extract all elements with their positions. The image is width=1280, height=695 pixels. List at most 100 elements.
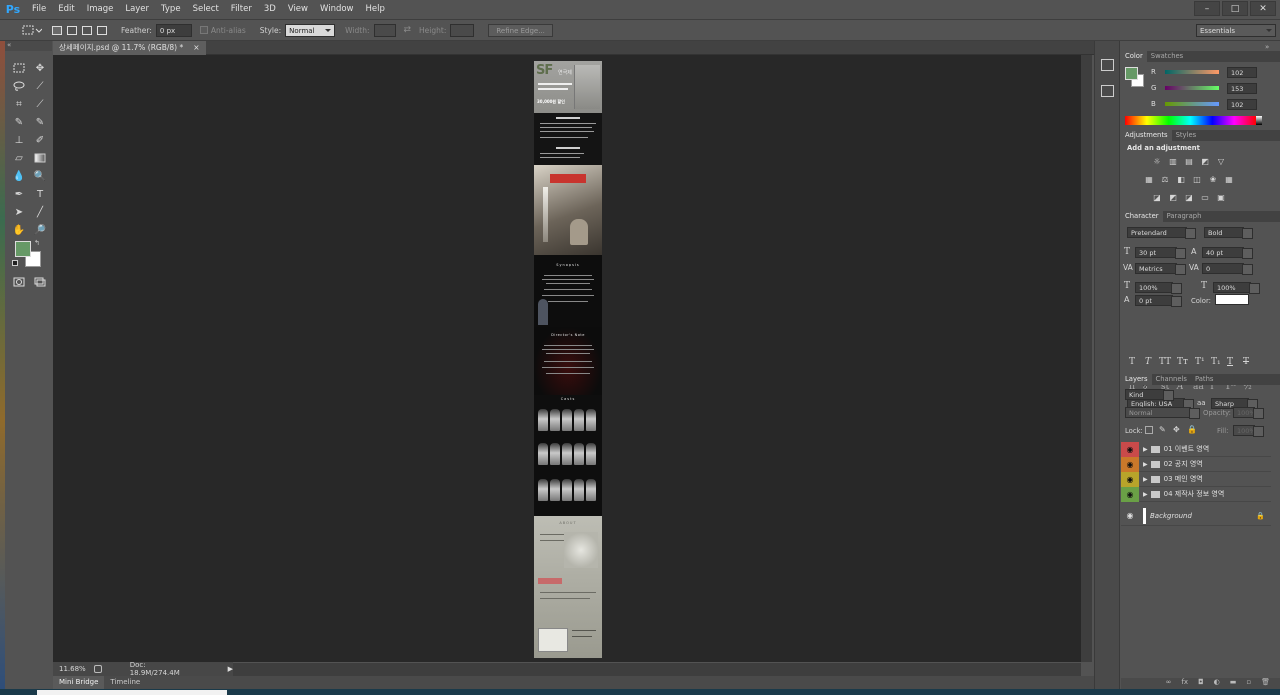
eyedropper-icon[interactable]: ⟋ <box>31 96 49 112</box>
rectangular-marquee-icon[interactable] <box>10 60 28 76</box>
font-style-dropdown[interactable]: Bold <box>1204 227 1253 239</box>
lock-position-icon[interactable]: ✥ <box>1173 425 1180 434</box>
collapse-toolbar-icon[interactable]: « <box>7 41 11 49</box>
healing-brush-icon[interactable]: ✎ <box>10 114 28 130</box>
tab-layers[interactable]: Layers <box>1121 374 1152 385</box>
add-mask-icon[interactable]: ◘ <box>1198 678 1204 689</box>
threshold-icon[interactable]: ◪ <box>1183 192 1195 202</box>
layer-style-icon[interactable]: fx <box>1181 678 1188 689</box>
clone-stamp-icon[interactable]: ⊥ <box>10 132 28 148</box>
color-spectrum-bar[interactable] <box>1125 116 1256 125</box>
superscript-icon[interactable]: T¹ <box>1195 357 1205 367</box>
crop-tool-icon[interactable]: ⌗ <box>10 96 28 112</box>
lock-transparency-icon[interactable] <box>1145 426 1153 434</box>
layer-group-row[interactable]: ◉ ▶ 03 메인 영역 <box>1121 471 1271 487</box>
menu-file[interactable]: File <box>26 0 52 19</box>
layer-group-row[interactable]: ◉ ▶ 01 이벤트 영역 <box>1121 441 1271 457</box>
faux-bold-icon[interactable]: T <box>1129 357 1135 367</box>
dodge-tool-icon[interactable]: 🔍 <box>31 168 49 184</box>
tab-paragraph[interactable]: Paragraph <box>1163 211 1206 222</box>
height-input[interactable] <box>450 23 475 37</box>
kerning-input[interactable]: Metrics <box>1135 263 1186 275</box>
new-layer-icon[interactable]: ▫ <box>1246 678 1251 689</box>
blend-mode-dropdown[interactable]: Normal <box>1125 407 1200 419</box>
subscript-icon[interactable]: T₁ <box>1211 357 1221 367</box>
lock-image-icon[interactable]: ✎ <box>1159 425 1166 434</box>
tab-channels[interactable]: Channels <box>1152 374 1191 385</box>
red-slider[interactable]: R 102 <box>1151 66 1279 78</box>
tab-adjustments[interactable]: Adjustments <box>1121 130 1172 141</box>
properties-panel-icon[interactable] <box>1101 85 1114 97</box>
close-document-icon[interactable]: × <box>193 41 199 55</box>
zoom-level[interactable]: 11.68% <box>59 665 86 673</box>
menu-image[interactable]: Image <box>81 0 120 19</box>
brightness-contrast-icon[interactable]: ☼ <box>1151 156 1163 166</box>
antialias-checkbox[interactable] <box>199 26 208 34</box>
red-ramp[interactable] <box>1165 70 1219 74</box>
hue-saturation-icon[interactable]: ▦ <box>1143 174 1155 184</box>
color-panel-foreground-swatch[interactable] <box>1125 67 1138 80</box>
tracking-input[interactable]: 0 <box>1202 263 1253 275</box>
selection-mode-add-icon[interactable] <box>67 25 77 35</box>
underline-icon[interactable]: T <box>1227 357 1233 367</box>
style-dropdown[interactable]: Normal <box>285 23 336 37</box>
green-input[interactable]: 153 <box>1227 82 1257 94</box>
foreground-color-swatch[interactable] <box>15 241 31 257</box>
document-canvas[interactable]: SF 연극제 30,000원 할인 Synopsis Director's No… <box>534 61 602 658</box>
close-button[interactable]: ✕ <box>1250 1 1276 16</box>
tab-swatches[interactable]: Swatches <box>1147 51 1187 62</box>
text-color-swatch[interactable] <box>1215 294 1249 305</box>
collapse-panels-icon[interactable]: » <box>1265 43 1269 51</box>
tab-styles[interactable]: Styles <box>1172 130 1201 141</box>
hand-tool-icon[interactable]: ✋ <box>10 222 28 238</box>
levels-icon[interactable]: ▥ <box>1167 156 1179 166</box>
layer-visibility-eye-icon[interactable]: ◉ <box>1121 441 1139 457</box>
menu-edit[interactable]: Edit <box>52 0 80 19</box>
quick-mask-icon[interactable] <box>10 274 28 290</box>
quick-selection-icon[interactable]: ⟋ <box>31 78 49 94</box>
green-ramp[interactable] <box>1165 86 1219 90</box>
red-input[interactable]: 102 <box>1227 66 1257 78</box>
exposure-icon[interactable]: ◩ <box>1199 156 1211 166</box>
vibrance-icon[interactable]: ▽ <box>1215 156 1227 166</box>
line-tool-icon[interactable]: ╱ <box>31 204 49 220</box>
refine-edge-button[interactable]: Refine Edge... <box>488 23 553 37</box>
minimize-button[interactable]: – <box>1194 1 1220 16</box>
menu-help[interactable]: Help <box>360 0 391 19</box>
horizontal-scrollbar[interactable] <box>233 663 1081 676</box>
swap-width-height-icon[interactable]: ⇄ <box>404 25 412 35</box>
black-white-icon[interactable]: ◧ <box>1175 174 1187 184</box>
document-tab[interactable]: 상세페이지.psd @ 11.7% (RGB/8) * × <box>53 41 206 55</box>
gradient-map-icon[interactable]: ▭ <box>1199 192 1211 202</box>
menu-select[interactable]: Select <box>187 0 225 19</box>
type-tool-icon[interactable]: T <box>31 186 49 202</box>
menu-type[interactable]: Type <box>155 0 187 19</box>
swap-colors-icon[interactable]: ↰ <box>34 239 40 247</box>
layer-group-row[interactable]: ◉ ▶ 02 공지 영역 <box>1121 456 1271 472</box>
blue-input[interactable]: 102 <box>1227 98 1257 110</box>
pen-tool-icon[interactable]: ✒ <box>10 186 28 202</box>
new-adjustment-layer-icon[interactable]: ◐ <box>1214 678 1220 689</box>
brush-tool-icon[interactable]: ✎ <box>31 114 49 130</box>
move-tool-icon[interactable]: ✥ <box>31 60 49 76</box>
marquee-tool-preset-icon[interactable] <box>18 22 46 38</box>
workspace-dropdown[interactable]: Essentials <box>1196 23 1276 37</box>
expand-group-arrow-icon[interactable]: ▶ <box>1143 476 1148 483</box>
menu-view[interactable]: View <box>282 0 314 19</box>
history-brush-icon[interactable]: ✐ <box>31 132 49 148</box>
baseline-shift-input[interactable]: 0 pt <box>1135 295 1182 307</box>
tab-paths[interactable]: Paths <box>1191 374 1217 385</box>
default-colors-icon[interactable] <box>12 260 18 266</box>
vertical-scale-input[interactable]: 100% <box>1135 282 1182 294</box>
small-caps-icon[interactable]: Tт <box>1177 357 1188 367</box>
lasso-tool-icon[interactable] <box>10 78 28 94</box>
strikethrough-icon[interactable]: T <box>1243 357 1249 367</box>
delete-layer-icon[interactable]: 🗑 <box>1261 678 1270 689</box>
color-lookup-icon[interactable]: ▦ <box>1223 174 1235 184</box>
selection-mode-new-icon[interactable] <box>52 25 62 35</box>
faux-italic-icon[interactable]: T <box>1145 357 1151 367</box>
history-panel-icon[interactable] <box>1101 59 1114 71</box>
feather-input[interactable]: 0 px <box>155 23 192 37</box>
menu-filter[interactable]: Filter <box>225 0 258 19</box>
menu-layer[interactable]: Layer <box>119 0 155 19</box>
